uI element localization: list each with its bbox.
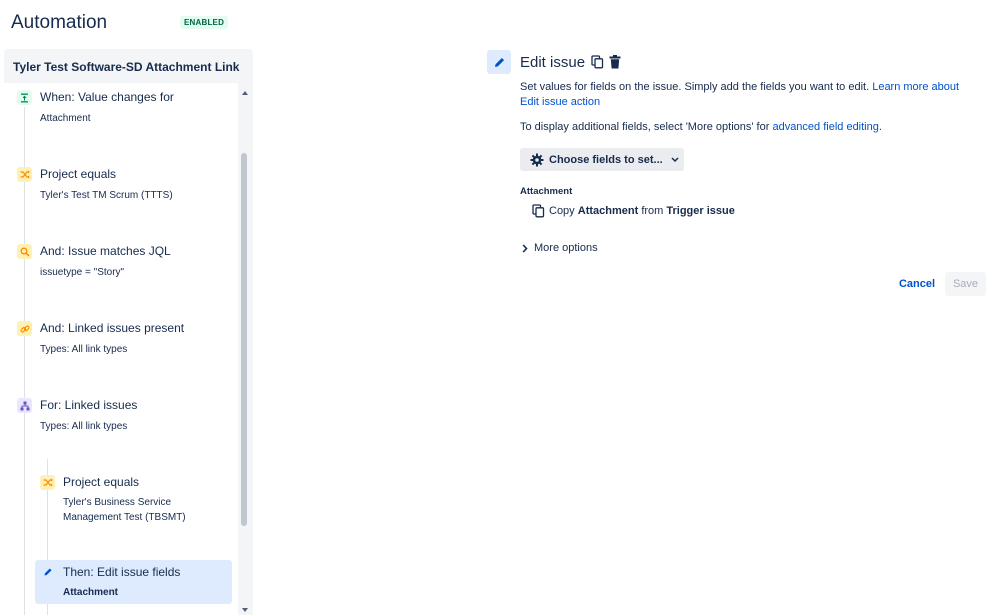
rule-step-linked-issues-condition[interactable]: And: Linked issues present Types: All li… (4, 316, 238, 366)
step-title: And: Linked issues present (40, 321, 185, 335)
copy-field-name: Attachment (577, 205, 639, 217)
additional-hint-text: To display additional fields, select 'Mo… (520, 121, 770, 133)
save-button[interactable]: Save (945, 272, 986, 296)
copy-icon (532, 204, 545, 218)
rule-panel: Tyler Test Software-SD Attachment Link W… (4, 49, 253, 615)
pencil-icon (487, 50, 511, 74)
advanced-field-editing-link[interactable]: advanced field editing (772, 121, 878, 133)
step-subtitle-line2: Management Test (TBSMT) (63, 512, 186, 523)
rule-step-list: When: Value changes for Attachment Proje… (4, 83, 238, 615)
step-title: Project equals (40, 167, 117, 181)
attachment-field-label: Attachment (520, 186, 573, 197)
step-subtitle-line1: Tyler's Business Service (63, 497, 172, 508)
additional-hint-suffix: . (878, 121, 882, 133)
step-subtitle: Types: All link types (40, 421, 128, 432)
copy-icon[interactable] (591, 55, 604, 74)
detail-description: Set values for fields on the issue. Simp… (520, 80, 980, 110)
step-subtitle: Tyler's Test TM Scrum (TTTS) (40, 190, 173, 201)
status-badge: ENABLED (180, 16, 229, 29)
scroll-up-arrow-icon[interactable] (242, 91, 248, 95)
link-icon (17, 321, 32, 336)
step-subtitle: Types: All link types (40, 344, 128, 355)
copy-prefix: Copy (549, 205, 575, 217)
step-title: Project equals (63, 475, 140, 489)
step-subtitle: issuetype = "Story" (40, 267, 125, 278)
description-text: Set values for fields on the issue. Simp… (520, 81, 870, 93)
trigger-icon (17, 90, 32, 105)
step-title: When: Value changes for (40, 90, 174, 104)
rule-step-nested-condition[interactable]: Project equals Tyler's Business Service … (4, 470, 238, 532)
additional-fields-hint: To display additional fields, select 'Mo… (520, 121, 882, 133)
copy-source-name: Trigger issue (666, 205, 735, 217)
rule-step-branch[interactable]: For: Linked issues Types: All link types (4, 393, 238, 443)
attachment-copy-value[interactable]: Copy Attachment from Trigger issue (532, 204, 735, 218)
rule-step-trigger[interactable]: When: Value changes for Attachment (4, 85, 238, 135)
more-options-label: More options (534, 242, 598, 254)
gear-icon (530, 153, 544, 167)
rule-step-condition[interactable]: Project equals Tyler's Test TM Scrum (TT… (4, 162, 238, 212)
rule-step-action-selected[interactable]: Then: Edit issue fields Attachment (35, 560, 232, 604)
step-title: And: Issue matches JQL (40, 244, 171, 258)
rule-step-jql-condition[interactable]: And: Issue matches JQL issuetype = "Stor… (4, 239, 238, 289)
more-options-toggle[interactable]: More options (522, 242, 598, 254)
hierarchy-icon (17, 398, 32, 413)
step-title: For: Linked issues (40, 398, 138, 412)
rule-name: Tyler Test Software-SD Attachment Link (13, 60, 240, 74)
trash-icon[interactable] (609, 55, 621, 74)
search-icon (17, 244, 32, 259)
scroll-down-arrow-icon[interactable] (242, 608, 248, 612)
scrollbar-thumb[interactable] (241, 153, 247, 526)
copy-middle: from (641, 205, 664, 217)
step-title: Then: Edit issue fields (63, 565, 181, 579)
shuffle-icon (40, 475, 55, 490)
app-title: Automation (11, 12, 108, 33)
choose-fields-button[interactable]: Choose fields to set... (520, 148, 684, 171)
pencil-icon (40, 564, 55, 579)
chevron-right-icon (522, 243, 528, 253)
cancel-button[interactable]: Cancel (896, 272, 938, 296)
detail-title: Edit issue (520, 54, 586, 71)
choose-fields-label: Choose fields to set... (549, 153, 663, 166)
step-subtitle: Attachment (40, 113, 91, 124)
chevron-down-icon (671, 156, 679, 163)
rule-list-scrollbar[interactable] (238, 83, 253, 615)
shuffle-icon (17, 167, 32, 182)
step-subtitle: Attachment (63, 587, 119, 598)
